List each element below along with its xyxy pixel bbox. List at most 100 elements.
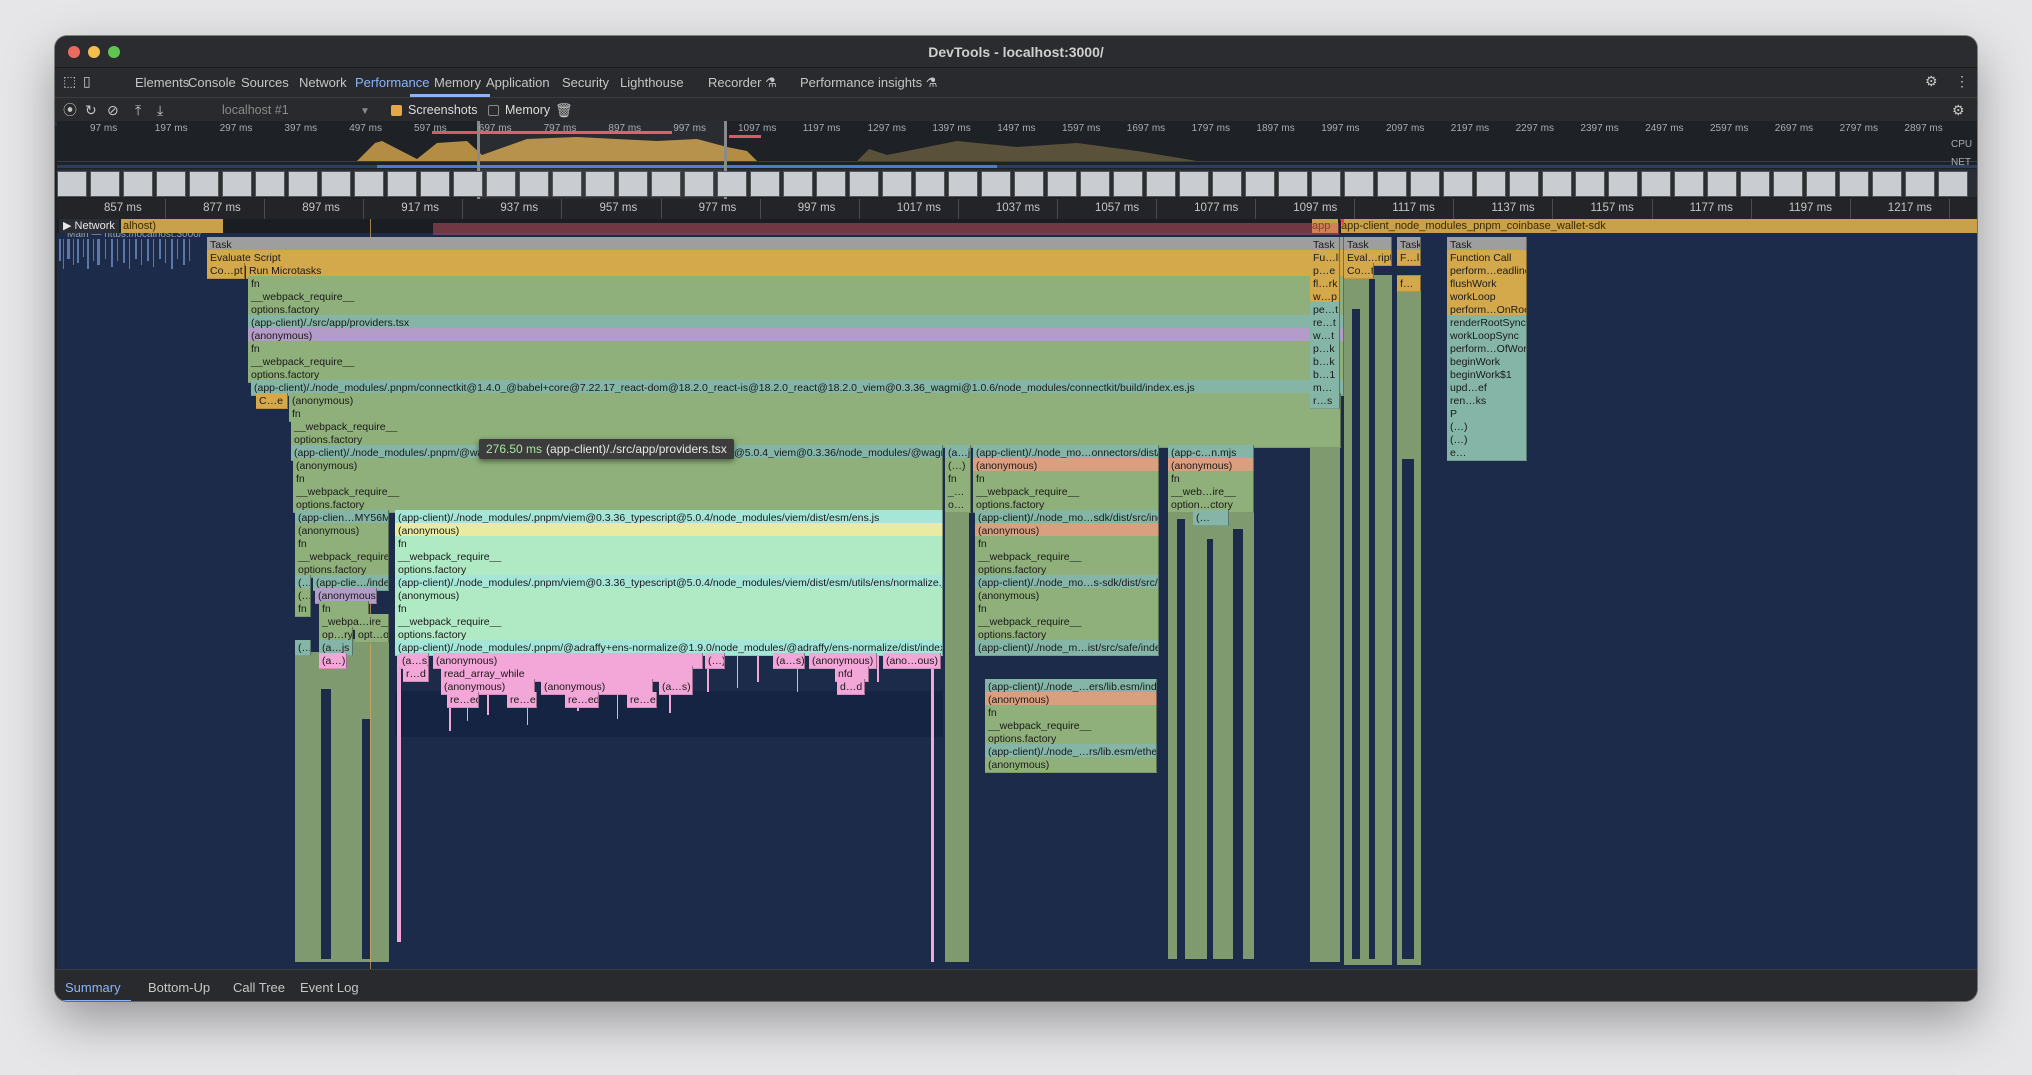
tab-memory[interactable]: Memory — [434, 75, 481, 90]
screenshot-thumbnail[interactable] — [519, 171, 549, 197]
screenshot-thumbnail[interactable] — [1443, 171, 1473, 197]
flame-entry[interactable]: (anonymous) — [985, 757, 1157, 773]
screenshot-thumbnail[interactable] — [1905, 171, 1935, 197]
screenshot-thumbnail[interactable] — [1509, 171, 1539, 197]
screenshot-thumbnail[interactable] — [1014, 171, 1044, 197]
flame-entry[interactable]: d…d — [837, 679, 865, 695]
flame-entry[interactable]: (… — [295, 640, 311, 656]
screenshot-thumbnail[interactable] — [189, 171, 219, 197]
screenshot-thumbnail[interactable] — [222, 171, 252, 197]
more-options-icon[interactable]: ⋮ — [1955, 73, 1969, 89]
clear-icon[interactable]: ⊘ — [107, 102, 119, 118]
screenshot-thumbnail[interactable] — [1773, 171, 1803, 197]
timeline-overview[interactable]: 97 ms 197 ms 297 ms 397 ms 497 ms 597 ms 697 m… — [57, 121, 1977, 200]
tab-console[interactable]: Console — [188, 75, 236, 90]
flame-entry[interactable]: (ano…ous) — [883, 653, 941, 669]
tab-sources[interactable]: Sources — [241, 75, 289, 90]
tab-performance[interactable]: Performance — [355, 75, 429, 90]
screenshot-thumbnail[interactable] — [783, 171, 813, 197]
screenshot-thumbnail[interactable] — [123, 171, 153, 197]
flame-entry[interactable]: (a…) — [319, 653, 347, 669]
screenshot-thumbnail[interactable] — [585, 171, 615, 197]
details-tab-summary[interactable]: Summary — [65, 980, 121, 995]
screenshot-thumbnail[interactable] — [1146, 171, 1176, 197]
flame-entry[interactable]: re…ed — [447, 692, 479, 708]
screenshot-thumbnail[interactable] — [1179, 171, 1209, 197]
screenshot-thumbnail[interactable] — [717, 171, 747, 197]
flame-entry[interactable]: opt…ory — [355, 627, 389, 643]
screenshot-thumbnail[interactable] — [1212, 171, 1242, 197]
flame-entry[interactable]: o… — [945, 497, 971, 513]
screenshot-thumbnail[interactable] — [1377, 171, 1407, 197]
screenshot-thumbnail[interactable] — [1740, 171, 1770, 197]
details-tab-call-tree[interactable]: Call Tree — [233, 980, 285, 995]
screenshot-thumbnail[interactable] — [1674, 171, 1704, 197]
screenshot-thumbnail[interactable] — [1608, 171, 1638, 197]
screenshot-thumbnail[interactable] — [882, 171, 912, 197]
screenshot-thumbnail[interactable] — [255, 171, 285, 197]
screenshot-thumbnail[interactable] — [1476, 171, 1506, 197]
flame-entry[interactable]: F…l — [1397, 250, 1421, 266]
details-tab-event-log[interactable]: Event Log — [300, 980, 359, 995]
tab-performance-insights[interactable]: Performance insights ⚗ — [800, 75, 937, 91]
screenshot-thumbnail[interactable] — [387, 171, 417, 197]
screenshot-thumbnail[interactable] — [288, 171, 318, 197]
flame-entry[interactable]: r…d — [403, 666, 429, 682]
flame-entry[interactable]: re…ed — [627, 692, 657, 708]
screenshot-thumbnail[interactable] — [1542, 171, 1572, 197]
screenshot-thumbnail[interactable] — [57, 171, 87, 197]
flame-entry[interactable]: r…s — [1310, 393, 1340, 409]
screenshot-thumbnail[interactable] — [1245, 171, 1275, 197]
flame-entry[interactable]: (a…s) — [773, 653, 805, 669]
screenshot-thumbnail[interactable] — [486, 171, 516, 197]
flame-entry[interactable]: e… — [1447, 445, 1527, 461]
record-icon[interactable]: ⦿ — [63, 102, 77, 118]
flame-entry[interactable]: re…ed — [507, 692, 537, 708]
reload-record-icon[interactable]: ↻ — [85, 102, 97, 118]
screenshot-thumbnail[interactable] — [915, 171, 945, 197]
screenshot-thumbnail[interactable] — [1278, 171, 1308, 197]
screenshot-thumbnail[interactable] — [420, 171, 450, 197]
screenshot-thumbnail[interactable] — [1872, 171, 1902, 197]
flame-entry[interactable]: (…) — [705, 653, 725, 669]
tab-network[interactable]: Network — [299, 75, 347, 90]
capture-settings-icon[interactable]: ⚙ — [1952, 102, 1965, 118]
screenshot-thumbnail[interactable] — [1344, 171, 1374, 197]
screenshot-thumbnail[interactable] — [453, 171, 483, 197]
screenshot-thumbnail[interactable] — [321, 171, 351, 197]
flame-entry[interactable]: (… — [1193, 510, 1229, 526]
tab-security[interactable]: Security — [562, 75, 609, 90]
inspect-element-icon[interactable]: ⬚ — [63, 73, 76, 89]
screenshot-thumbnail[interactable] — [1311, 171, 1341, 197]
tab-recorder[interactable]: Recorder ⚗ — [708, 75, 777, 91]
screenshot-thumbnail[interactable] — [651, 171, 681, 197]
screenshot-thumbnail[interactable] — [1113, 171, 1143, 197]
screenshot-thumbnail[interactable] — [948, 171, 978, 197]
upload-profile-icon[interactable]: ⤒ — [135, 102, 141, 118]
device-toolbar-icon[interactable]: ▯ — [83, 73, 91, 89]
screenshot-thumbnail[interactable] — [156, 171, 186, 197]
download-profile-icon[interactable]: ⤓ — [157, 102, 163, 118]
memory-checkbox[interactable] — [488, 105, 499, 116]
screenshot-thumbnail[interactable] — [90, 171, 120, 197]
settings-gear-icon[interactable]: ⚙ — [1925, 73, 1938, 89]
screenshot-thumbnail[interactable] — [1707, 171, 1737, 197]
screenshot-thumbnail[interactable] — [1410, 171, 1440, 197]
flame-entry[interactable]: (a…s) — [659, 679, 693, 695]
screenshot-thumbnail[interactable] — [1839, 171, 1869, 197]
screenshot-thumbnail[interactable] — [552, 171, 582, 197]
screenshot-thumbnail[interactable] — [684, 171, 714, 197]
screenshot-thumbnail[interactable] — [1938, 171, 1968, 197]
tab-elements[interactable]: Elements — [135, 75, 189, 90]
flame-entry[interactable]: re…ed — [565, 692, 599, 708]
screenshot-thumbnail[interactable] — [1080, 171, 1110, 197]
screenshot-thumbnail[interactable] — [1641, 171, 1671, 197]
trash-icon[interactable]: 🗑 — [555, 102, 573, 118]
flame-entry[interactable]: Co…t — [1344, 263, 1374, 279]
chevron-down-icon[interactable]: ▼ — [360, 104, 370, 120]
screenshot-thumbnail[interactable] — [981, 171, 1011, 197]
screenshot-thumbnail[interactable] — [618, 171, 648, 197]
tab-application[interactable]: Application — [486, 75, 550, 90]
screenshot-thumbnail[interactable] — [750, 171, 780, 197]
screenshot-thumbnail[interactable] — [1047, 171, 1077, 197]
